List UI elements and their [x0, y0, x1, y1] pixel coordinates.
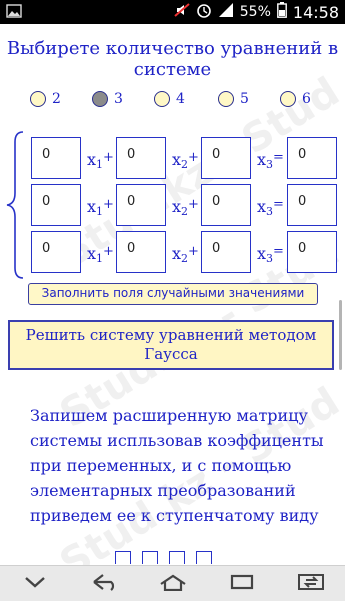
variable-label: x1+	[87, 150, 114, 171]
result-input[interactable]: 0	[287, 184, 337, 226]
matrix-cell	[196, 551, 213, 564]
status-bar: 55% 14:58	[0, 0, 345, 24]
battery-percent: 55%	[239, 4, 271, 20]
variable-label: x3=	[257, 197, 284, 218]
coef-input[interactable]: 0	[116, 184, 166, 226]
system-brace	[6, 131, 24, 279]
back-arrow-icon[interactable]	[89, 573, 119, 595]
mute-icon	[174, 2, 190, 22]
fill-random-button[interactable]: Заполнить поля случайными значениями	[28, 283, 318, 305]
coef-input[interactable]: 0	[31, 137, 81, 179]
result-input[interactable]: 0	[287, 137, 337, 179]
description-text: Запишем расширенную матрицу системы испл…	[30, 406, 324, 525]
home-icon[interactable]	[158, 573, 188, 595]
augmented-matrix-preview	[115, 550, 240, 564]
coef-input[interactable]: 0	[31, 184, 81, 226]
radio-label: 3	[114, 91, 123, 107]
equation-row-1: 0 x1+ 0 x2+ 0 x3= 0	[31, 137, 341, 179]
radio-6[interactable]: 6	[280, 91, 311, 107]
coef-input[interactable]: 0	[201, 184, 251, 226]
variable-label: x1+	[87, 197, 114, 218]
scrollbar[interactable]	[339, 300, 342, 370]
radio-4[interactable]: 4	[154, 91, 185, 107]
matrix-cell	[115, 551, 131, 564]
variable-label: x1+	[87, 244, 114, 265]
recent-apps-icon[interactable]	[227, 573, 257, 595]
coef-input[interactable]: 0	[31, 231, 81, 273]
coef-input[interactable]: 0	[116, 137, 166, 179]
variable-label: x2+	[172, 197, 199, 218]
variable-label: x3=	[257, 244, 284, 265]
radio-circle[interactable]	[154, 91, 170, 107]
clock: 14:58	[292, 2, 339, 22]
alarm-icon	[196, 2, 212, 22]
dual-window-button[interactable]	[276, 566, 345, 601]
gallery-icon	[6, 3, 22, 23]
equation-row-2: 0 x1+ 0 x2+ 0 x3= 0	[31, 184, 341, 226]
radio-5[interactable]: 5	[218, 91, 249, 107]
radio-label: 2	[52, 91, 61, 107]
battery-icon	[276, 2, 287, 22]
back-button[interactable]	[69, 566, 138, 601]
equation-count-selector: 2 3 4 5 6	[30, 91, 330, 113]
equation-row-3: 0 x1+ 0 x2+ 0 x3= 0	[31, 231, 341, 273]
notification-button[interactable]	[0, 566, 69, 601]
chevron-down-icon[interactable]	[23, 574, 47, 593]
radio-circle[interactable]	[218, 91, 234, 107]
page-title: Выбирете количество уравнений в системе	[6, 38, 339, 80]
variable-label: x2+	[172, 150, 199, 171]
radio-label: 6	[302, 91, 311, 107]
coef-input[interactable]: 0	[201, 231, 251, 273]
solve-gauss-button[interactable]: Решить систему уравнений методом Гаусса	[8, 320, 334, 370]
radio-label: 5	[240, 91, 249, 107]
dual-window-icon[interactable]	[296, 572, 326, 596]
radio-3[interactable]: 3	[92, 91, 123, 107]
radio-circle-selected[interactable]	[92, 91, 108, 107]
result-input[interactable]: 0	[287, 231, 337, 273]
signal-icon	[218, 2, 234, 22]
variable-label: x3=	[257, 150, 284, 171]
matrix-cell	[142, 551, 159, 564]
navigation-bar	[0, 565, 345, 601]
matrix-cell	[169, 551, 186, 564]
variable-label: x2+	[172, 244, 199, 265]
radio-2[interactable]: 2	[30, 91, 61, 107]
radio-circle[interactable]	[280, 91, 296, 107]
recent-apps-button[interactable]	[207, 566, 276, 601]
home-button[interactable]	[138, 566, 207, 601]
radio-label: 4	[176, 91, 185, 107]
coef-input[interactable]: 0	[116, 231, 166, 273]
radio-circle[interactable]	[30, 91, 46, 107]
coef-input[interactable]: 0	[201, 137, 251, 179]
